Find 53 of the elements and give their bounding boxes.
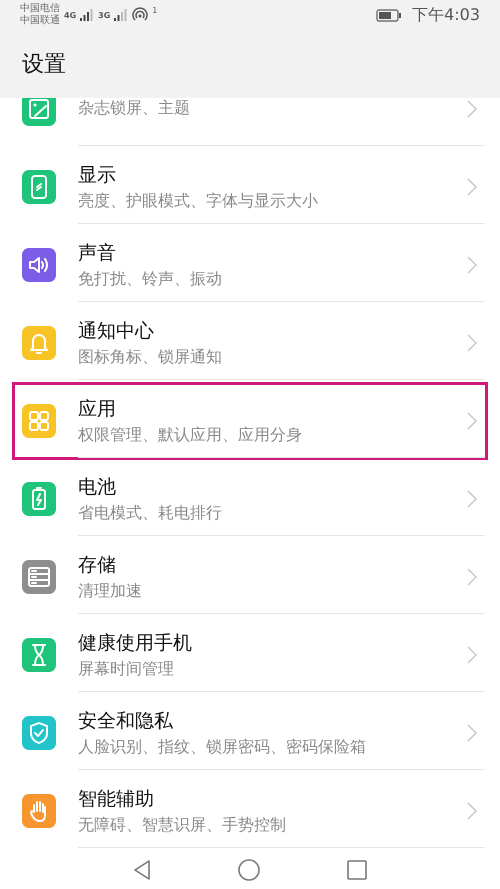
settings-item[interactable]: 存储 清理加速 [78,540,485,614]
recents-icon[interactable] [346,860,367,880]
item-title: 智能辅助 [78,786,155,812]
chevron-icon [467,646,477,664]
settings-item[interactable]: 应用 权限管理、默认应用、应用分身 [78,384,485,458]
page-title: 设置 [22,51,66,79]
item-subtitle: 人脸识别、指纹、锁屏密码、密码保险箱 [78,736,367,758]
item-subtitle: 屏幕时间管理 [78,658,175,680]
hotspot-icon [132,7,148,23]
chevron-icon [467,568,477,586]
settings-item[interactable]: 安全和隐私 人脸识别、指纹、锁屏密码、密码保险箱 [78,696,485,770]
item-title: 存储 [78,552,117,578]
item-title: 应用 [78,396,117,422]
settings-item[interactable]: 智能辅助 无障碍、智慧识屏、手势控制 [78,774,485,848]
chevron-icon [467,490,477,508]
item-subtitle: 免打扰、铃声、振动 [78,268,223,290]
item-subtitle: 省电模式、耗电排行 [78,502,223,524]
item-title: 显示 [78,162,117,188]
settings-item[interactable]: 健康使用手机 屏幕时间管理 [78,618,485,692]
item-subtitle: 图标角标、锁屏通知 [78,346,223,368]
item-subtitle: 亮度、护眼模式、字体与显示大小 [78,190,319,212]
signal-icon [114,9,128,21]
chevron-icon [467,412,477,430]
settings-item[interactable]: 杂志锁屏、主题 [78,98,485,146]
item-subtitle: 杂志锁屏、主题 [78,98,191,119]
item-title: 电池 [78,474,117,500]
battery-icon [376,8,402,22]
item-title: 通知中心 [78,318,155,344]
chevron-icon [467,256,477,274]
carrier-name: 中国联通 [20,15,60,27]
chevron-icon [467,334,477,352]
chevron-icon [467,178,477,196]
settings-item[interactable]: 声音 免打扰、铃声、振动 [78,228,485,302]
signal-icon [80,9,94,21]
item-title: 声音 [78,240,117,266]
hotspot-count: 1 [152,6,158,15]
status-time: 下午4:03 [412,4,480,26]
item-subtitle: 权限管理、默认应用、应用分身 [78,424,303,446]
back-icon[interactable] [133,858,152,880]
chevron-icon [467,100,477,118]
home-icon[interactable] [238,858,260,880]
settings-item[interactable]: 通知中心 图标角标、锁屏通知 [78,306,485,380]
item-subtitle: 清理加速 [78,580,143,602]
item-subtitle: 无障碍、智慧识屏、手势控制 [78,814,287,836]
network-type: 3G [98,10,110,20]
chevron-icon [467,724,477,742]
item-title: 安全和隐私 [78,708,174,734]
network-type: 4G [64,10,76,20]
settings-item[interactable]: 电池 省电模式、耗电排行 [78,462,485,536]
chevron-icon [467,802,477,820]
settings-item[interactable]: 显示 亮度、护眼模式、字体与显示大小 [78,150,485,224]
item-title: 健康使用手机 [78,630,193,656]
carrier-name: 中国电信 [20,3,60,14]
